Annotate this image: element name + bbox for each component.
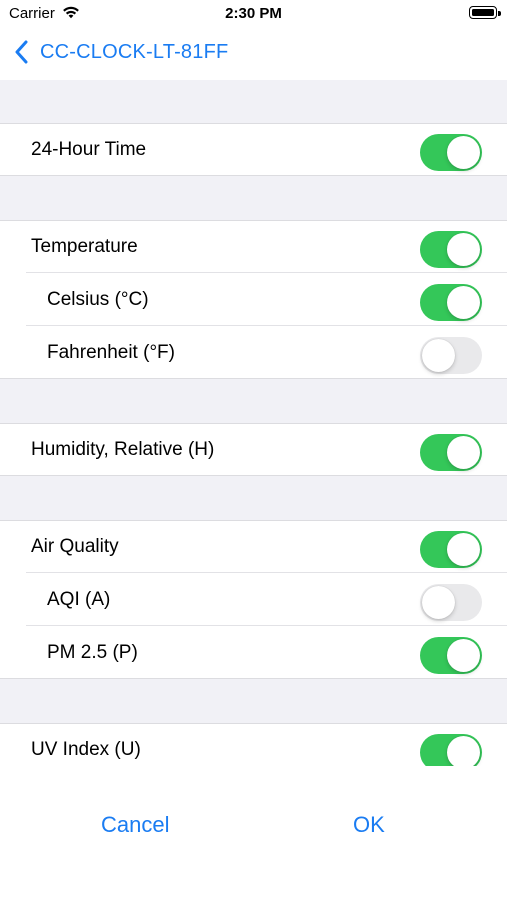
toggle-pm25[interactable] bbox=[420, 637, 482, 674]
toggle-aqi[interactable] bbox=[420, 584, 482, 621]
toggle-uv-index[interactable] bbox=[420, 734, 482, 766]
toggle-knob bbox=[447, 136, 480, 169]
setting-row-uv-index: UV Index (U) bbox=[0, 723, 507, 766]
battery-icon bbox=[469, 6, 501, 19]
setting-row-temperature: Temperature bbox=[0, 220, 507, 273]
dialog-footer: Cancel OK bbox=[0, 766, 507, 900]
row-separator bbox=[0, 378, 507, 379]
section-spacer bbox=[0, 379, 507, 423]
setting-row-pm25: PM 2.5 (P) bbox=[0, 626, 507, 679]
toggle-knob bbox=[447, 436, 480, 469]
setting-label: Fahrenheit (°F) bbox=[47, 342, 175, 363]
toggle-knob bbox=[447, 736, 480, 766]
setting-label: Air Quality bbox=[31, 536, 119, 557]
section-spacer bbox=[0, 679, 507, 723]
setting-label: AQI (A) bbox=[47, 589, 111, 610]
setting-row-fahrenheit: Fahrenheit (°F) bbox=[0, 326, 507, 379]
toggle-fahrenheit[interactable] bbox=[420, 337, 482, 374]
toggle-air-quality[interactable] bbox=[420, 531, 482, 568]
setting-row-air-quality: Air Quality bbox=[0, 520, 507, 573]
toggle-temperature[interactable] bbox=[420, 231, 482, 268]
setting-label: UV Index (U) bbox=[31, 739, 141, 760]
row-separator bbox=[0, 175, 507, 176]
setting-row-24-hour-time: 24-Hour Time bbox=[0, 123, 507, 176]
setting-label: Temperature bbox=[31, 236, 138, 257]
toggle-humidity[interactable] bbox=[420, 434, 482, 471]
setting-label: Celsius (°C) bbox=[47, 289, 149, 310]
section-spacer bbox=[0, 476, 507, 520]
cancel-button[interactable]: Cancel bbox=[101, 812, 169, 838]
toggle-knob bbox=[447, 639, 480, 672]
settings-list[interactable]: 24-Hour Time Temperature Celsius (°C) Fa… bbox=[0, 80, 507, 766]
setting-label: Humidity, Relative (H) bbox=[31, 439, 215, 460]
chevron-left-icon bbox=[14, 38, 34, 66]
toggle-knob bbox=[447, 533, 480, 566]
setting-label: 24-Hour Time bbox=[31, 139, 147, 160]
row-separator bbox=[0, 475, 507, 476]
back-button-label: CC-CLOCK-LT-81FF bbox=[40, 40, 229, 63]
setting-row-humidity: Humidity, Relative (H) bbox=[0, 423, 507, 476]
toggle-knob bbox=[447, 286, 480, 319]
toggle-knob bbox=[422, 339, 455, 372]
setting-row-aqi: AQI (A) bbox=[0, 573, 507, 626]
back-button[interactable]: CC-CLOCK-LT-81FF bbox=[14, 38, 228, 66]
toggle-knob bbox=[447, 233, 480, 266]
section-spacer bbox=[0, 80, 507, 123]
toggle-knob bbox=[422, 586, 455, 619]
status-bar: Carrier 2:30 PM bbox=[0, 0, 507, 28]
setting-label: PM 2.5 (P) bbox=[47, 642, 138, 663]
section-spacer bbox=[0, 176, 507, 220]
row-separator bbox=[0, 678, 507, 679]
navigation-bar: CC-CLOCK-LT-81FF bbox=[0, 28, 507, 80]
status-time: 2:30 PM bbox=[225, 5, 282, 22]
setting-row-celsius: Celsius (°C) bbox=[0, 273, 507, 326]
toggle-24-hour-time[interactable] bbox=[420, 134, 482, 171]
ok-button[interactable]: OK bbox=[353, 812, 385, 838]
toggle-celsius[interactable] bbox=[420, 284, 482, 321]
